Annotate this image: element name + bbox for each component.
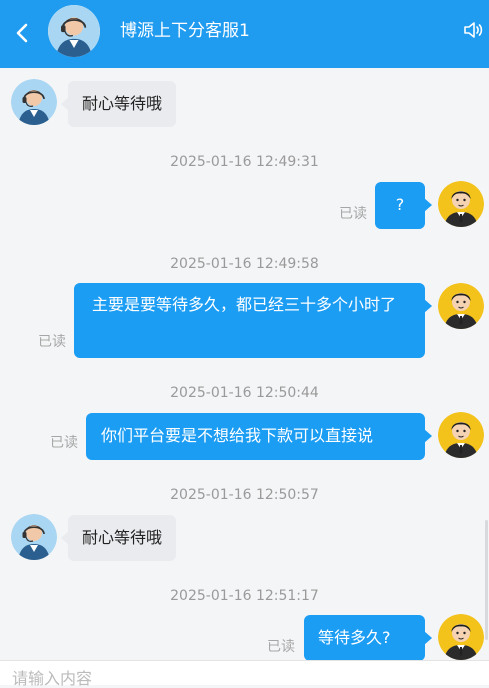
message-timestamp: 2025-01-16 12:50:44 <box>170 385 319 401</box>
speaker-button[interactable] <box>462 18 486 42</box>
message-input[interactable] <box>12 669 472 688</box>
message-timestamp: 2025-01-16 12:49:31 <box>170 154 319 170</box>
message-timestamp: 2025-01-16 12:51:17 <box>170 588 319 604</box>
agent-avatar <box>48 5 100 57</box>
message-timestamp: 2025-01-16 12:49:58 <box>170 256 319 272</box>
scrollbar[interactable] <box>485 520 488 640</box>
message-timestamp: 2025-01-16 12:50:57 <box>170 487 319 503</box>
read-status: 已读 <box>267 639 295 655</box>
chat-title: 博源上下分客服1 <box>120 21 250 41</box>
user-avatar <box>438 614 484 660</box>
message-bubble: ? <box>375 182 432 229</box>
user-avatar <box>438 283 484 329</box>
read-status: 已读 <box>38 334 66 350</box>
read-status: 已读 <box>339 206 367 222</box>
message-bubble: 等待多久? <box>304 615 432 661</box>
chat-header: 博源上下分客服1 <box>0 0 489 68</box>
back-button[interactable] <box>12 22 34 44</box>
message-input-bar <box>0 660 489 688</box>
message-bubble: 耐心等待哦 <box>60 81 177 127</box>
message-bubble: 你们平台要是不想给我下款可以直接说 <box>86 413 432 460</box>
agent-avatar <box>11 79 57 125</box>
speaker-icon <box>464 22 483 38</box>
user-avatar <box>438 181 484 227</box>
agent-avatar <box>11 514 57 560</box>
chevron-left-icon <box>16 23 28 43</box>
read-status: 已读 <box>50 435 78 451</box>
message-bubble: 主要是要等待多久，都已经三十多个小时了 <box>74 283 432 358</box>
message-bubble: 耐心等待哦 <box>60 515 177 561</box>
user-avatar <box>438 412 484 458</box>
